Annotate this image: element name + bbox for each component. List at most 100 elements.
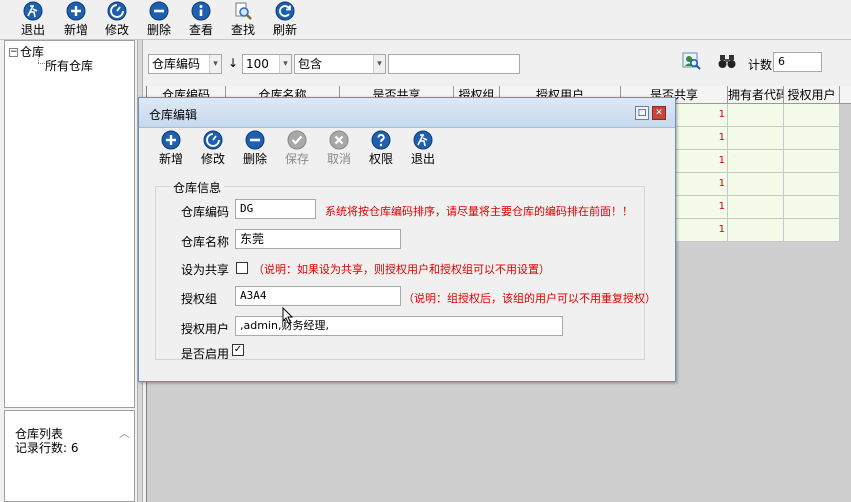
code-label: 仓库编码 [181,205,230,219]
operator-value: 包含 [298,57,323,71]
delete-button[interactable]: 删除 [139,1,179,39]
count-value: 6 [778,55,785,68]
dialog-permission-button[interactable]: 权限 [361,128,401,168]
name-value: 东莞 [240,232,265,246]
share-flag: 1 [718,109,725,120]
table-cell[interactable] [728,127,784,150]
dialog-edit-button[interactable]: 修改 [193,128,233,168]
close-icon[interactable]: ✕ [652,106,666,120]
restore-icon[interactable]: □ [635,106,649,120]
refresh-button[interactable]: 刷新 [265,1,305,39]
view-button[interactable]: 查看 [181,1,221,39]
group-note: （说明：组授权后，该组的用户可以不用重复授权） [403,292,656,305]
binoculars-icon[interactable] [718,53,736,69]
code-note: 系统将按仓库编码排序，请尽量将主要仓库的编码排在前面！！ [325,205,633,218]
dialog-add-button[interactable]: 新增 [151,128,191,168]
list-info-panel: 仓库列表 记录行数: 6 ︿ [4,410,135,502]
table-cell[interactable] [728,104,784,127]
delete-icon [149,1,169,21]
table-cell[interactable] [728,173,784,196]
column-header[interactable]: 拥有者代码 [728,86,784,104]
dialog-body: 新增 修改 删除 保存 取消 权限 退出 仓库信息 仓库编码 DG 系统将按仓库… [145,128,669,376]
chevron-down-icon[interactable]: ▾ [279,55,291,73]
edit-icon [203,130,223,150]
tree-connector [38,54,39,63]
dialog-delete-button[interactable]: 删除 [235,128,275,168]
share-note: （说明：如果设为共享，则授权用户和授权组可以不用设置） [253,263,550,276]
limit-select[interactable]: 100 ▾ [242,54,292,74]
table-cell[interactable] [784,127,840,150]
dialog-save-button[interactable]: 保存 [277,128,317,168]
share-flag: 1 [718,155,725,166]
save-icon [287,130,307,150]
table-cell[interactable] [784,104,840,127]
dialog-cancel-label: 取消 [326,152,351,166]
count-field[interactable]: 6 [773,52,822,72]
group-label: 授权组 [181,292,218,306]
table-cell[interactable] [784,219,840,242]
dialog-title-bar[interactable]: 仓库编辑 □ ✕ [139,98,675,128]
table-cell[interactable] [784,173,840,196]
warehouse-name-input[interactable]: 东莞 [235,229,401,249]
auth-group-input[interactable]: A3A4 [235,286,401,306]
collapse-icon[interactable]: − [9,48,18,57]
tree-child-label: 所有仓库 [45,59,94,73]
add-button[interactable]: 新增 [56,1,96,39]
exit-label: 退出 [20,23,45,37]
name-label: 仓库名称 [181,235,230,249]
warehouse-code-input[interactable]: DG [235,199,316,219]
table-cell[interactable] [728,219,784,242]
filter-field-value: 仓库编码 [152,57,201,71]
filter-value-input[interactable] [388,54,520,74]
chevron-down-icon[interactable]: ▾ [209,55,221,73]
delete-icon [245,130,265,150]
share-flag: 1 [718,132,725,143]
warehouse-info-group: 仓库信息 仓库编码 DG 系统将按仓库编码排序，请尽量将主要仓库的编码排在前面！… [155,179,656,361]
dialog-cancel-button[interactable]: 取消 [319,128,359,168]
dialog-exit-button[interactable]: 退出 [403,128,443,168]
tree-node-all-warehouses[interactable]: 所有仓库 [45,57,93,74]
dialog-exit-label: 退出 [410,152,435,166]
sort-direction[interactable]: ↓ [228,56,238,70]
exit-button[interactable]: 退出 [13,1,53,39]
user-label: 授权用户 [181,322,230,336]
operator-select[interactable]: 包含 ▾ [294,54,386,74]
share-label: 设为共享 [181,263,230,277]
chevron-up-icon[interactable]: ︿ [119,425,130,441]
chevron-down-icon[interactable]: ▾ [373,55,385,73]
add-icon [66,1,86,21]
search-user-icon[interactable] [682,52,702,70]
edit-label: 修改 [104,23,129,37]
dialog-save-label: 保存 [284,152,309,166]
share-flag: 1 [718,224,725,235]
table-cell[interactable] [728,150,784,173]
filter-field-select[interactable]: 仓库编码 ▾ [148,54,222,74]
add-icon [161,130,181,150]
warehouse-tree[interactable]: − 仓库 所有仓库 [4,40,135,408]
group-value: A3A4 [240,289,267,302]
column-header[interactable]: 授权用户 [784,86,840,104]
main-toolbar: 退出 新增 修改 删除 查看 查找 刷新 [0,0,851,40]
enabled-checkbox[interactable]: ✓ [232,344,244,356]
tree-connector [38,63,45,64]
delete-label: 删除 [146,23,171,37]
edit-button[interactable]: 修改 [97,1,137,39]
cancel-icon [329,130,349,150]
share-flag: 1 [718,178,725,189]
enabled-label: 是否启用 [181,347,230,361]
table-cell[interactable] [784,150,840,173]
dialog-title: 仓库编辑 [149,108,198,122]
table-cell[interactable] [728,196,784,219]
refresh-icon [275,1,295,21]
dialog-delete-label: 删除 [242,152,267,166]
share-flag: 1 [718,201,725,212]
share-checkbox[interactable] [236,262,248,274]
dialog-edit-label: 修改 [200,152,225,166]
find-label: 查找 [230,23,255,37]
refresh-label: 刷新 [272,23,297,37]
table-cell[interactable] [784,196,840,219]
group-title: 仓库信息 [170,179,225,196]
filter-bar: 仓库编码 ▾ ↓ 100 ▾ 包含 ▾ 计数 6 [146,48,851,78]
find-button[interactable]: 查找 [223,1,263,39]
dialog-add-label: 新增 [158,152,183,166]
